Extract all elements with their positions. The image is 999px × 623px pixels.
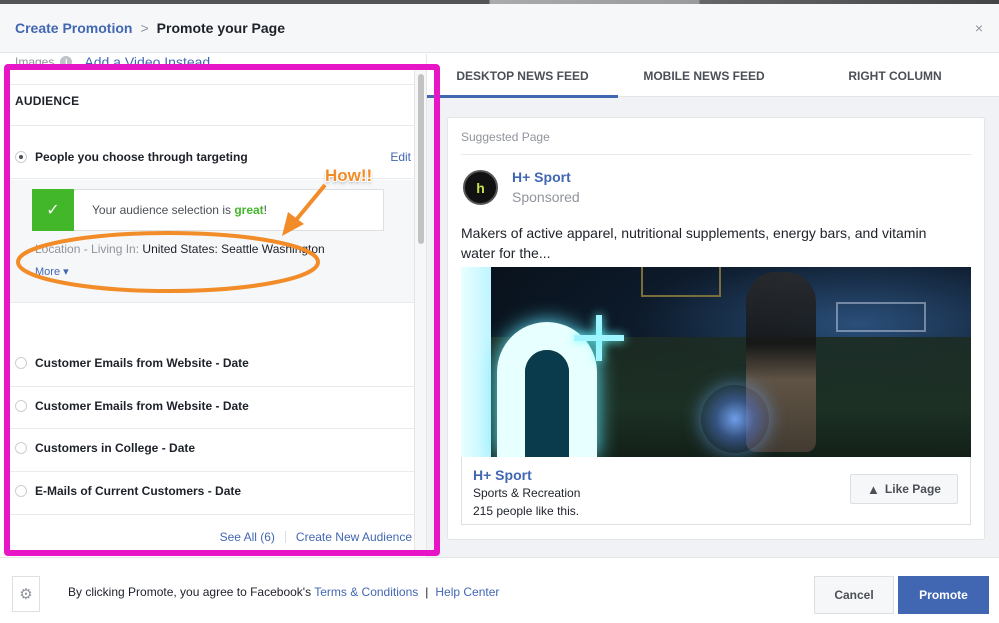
radio-unselected[interactable] — [15, 485, 27, 497]
gear-icon[interactable]: ⚙ — [12, 576, 40, 612]
images-label: Images — [15, 55, 55, 69]
see-all-link[interactable]: See All (6) — [220, 530, 275, 544]
preview-tabs: DESKTOP NEWS FEED MOBILE NEWS FEED RIGHT… — [427, 54, 999, 98]
breadcrumb-separator: > — [140, 20, 149, 36]
add-video-link[interactable]: Add a Video Instead — [84, 54, 210, 70]
create-new-audience-link[interactable]: Create New Audience — [296, 530, 412, 544]
sponsored-label: Sponsored — [512, 189, 580, 205]
location-summary: Location - Living In: United States: Sea… — [35, 242, 325, 256]
cancel-button[interactable]: Cancel — [814, 576, 894, 614]
breadcrumb-current-page: Promote your Page — [156, 20, 286, 36]
location-key: Location - Living In: — [35, 242, 143, 256]
image-goal — [641, 267, 721, 297]
thumbs-up-icon: ▲ — [867, 481, 880, 497]
image-plus-horizontal — [574, 335, 624, 341]
info-icon[interactable]: i — [60, 56, 73, 68]
promote-button[interactable]: Promote — [898, 576, 989, 614]
images-row: Images i Add a Video Instead — [15, 54, 210, 70]
suggested-page-label: Suggested Page — [461, 130, 550, 144]
preview-panel: DESKTOP NEWS FEED MOBILE NEWS FEED RIGHT… — [426, 54, 999, 557]
audience-option-label: Customers in College - Date — [35, 441, 196, 455]
tab-right-column[interactable]: RIGHT COLUMN — [790, 54, 999, 97]
divider — [284, 531, 286, 543]
like-page-button[interactable]: ▲ Like Page — [850, 474, 958, 504]
audience-option[interactable]: Customer Emails from Website - Date — [15, 396, 411, 416]
divider — [10, 125, 414, 126]
audience-option[interactable]: E-Mails of Current Customers - Date — [15, 481, 411, 501]
terms-link[interactable]: Terms & Conditions — [314, 585, 418, 599]
check-icon: ✓ — [32, 188, 74, 231]
ad-image — [461, 267, 971, 457]
card-footer: H+ Sport Sports & Recreation 215 people … — [461, 457, 971, 525]
audience-option-label: Customer Emails from Website - Date — [35, 356, 249, 370]
audience-heading: AUDIENCE — [15, 94, 80, 108]
divider — [10, 84, 414, 85]
annotation-text: How!! — [325, 166, 373, 185]
radio-unselected[interactable] — [15, 400, 27, 412]
terms-prefix: By clicking Promote, you agree to Facebo… — [68, 585, 315, 599]
audience-panel: AUDIENCE People you choose through targe… — [10, 70, 426, 550]
status-word: great — [234, 203, 264, 217]
divider — [10, 428, 414, 429]
audience-option-label: Customer Emails from Website - Date — [35, 399, 249, 413]
like-page-label: Like Page — [884, 482, 941, 496]
image-net — [836, 302, 926, 332]
close-icon[interactable]: × — [975, 20, 983, 36]
audience-quality-status: ✓ Your audience selection is great! — [32, 188, 384, 231]
status-suffix: ! — [263, 203, 268, 217]
radio-unselected[interactable] — [15, 357, 27, 369]
tab-mobile-news-feed[interactable]: MOBILE NEWS FEED — [618, 54, 790, 97]
image-ball — [701, 385, 769, 453]
avatar-letter: h — [476, 179, 485, 196]
audience-option[interactable]: Customers in College - Date — [15, 438, 411, 458]
status-prefix: Your audience selection is — [92, 203, 235, 217]
tab-desktop-news-feed[interactable]: DESKTOP NEWS FEED — [427, 54, 618, 98]
location-value: United States: Seattle Washington — [142, 242, 325, 256]
divider — [10, 386, 414, 387]
terms-separator: | — [425, 585, 429, 599]
scrollbar[interactable] — [414, 70, 426, 550]
audience-quality-text: Your audience selection is great! — [92, 203, 267, 217]
terms-text: By clicking Promote, you agree to Facebo… — [68, 585, 499, 599]
audience-option-label: People you choose through targeting — [35, 150, 248, 164]
radio-unselected[interactable] — [15, 442, 27, 454]
image-logo-inner — [525, 350, 569, 457]
divider — [461, 154, 972, 155]
audience-footer-links: See All (6) Create New Audience — [220, 530, 412, 544]
page-name-link[interactable]: H+ Sport — [512, 169, 571, 185]
scrollbar-thumb[interactable] — [418, 74, 424, 244]
dialog-footer: ⚙ By clicking Promote, you agree to Face… — [0, 557, 999, 623]
more-link[interactable]: More ▾ — [35, 265, 69, 278]
audience-option[interactable]: Customer Emails from Website - Date — [15, 353, 411, 373]
divider — [10, 514, 414, 515]
divider — [10, 302, 414, 303]
dialog-header: Create Promotion > Promote your Page × — [0, 4, 999, 53]
audience-option-label: E-Mails of Current Customers - Date — [35, 484, 242, 498]
radio-selected[interactable] — [15, 151, 27, 163]
breadcrumb-create-promotion[interactable]: Create Promotion — [15, 20, 132, 36]
page-description: Makers of active apparel, nutritional su… — [461, 225, 927, 261]
page-avatar[interactable]: h — [463, 170, 498, 205]
edit-audience-link[interactable]: Edit — [390, 150, 411, 164]
divider — [10, 471, 414, 472]
help-center-link[interactable]: Help Center — [435, 585, 499, 599]
footer-page-name[interactable]: H+ Sport — [473, 467, 532, 483]
image-logo-glow — [461, 267, 491, 457]
ad-preview-card: Suggested Page h H+ Sport Sponsored Make… — [447, 117, 985, 540]
audience-option-targeting[interactable]: People you choose through targeting Edit — [15, 147, 411, 167]
footer-category: Sports & Recreation — [473, 486, 581, 500]
footer-likes: 215 people like this. — [473, 504, 580, 518]
